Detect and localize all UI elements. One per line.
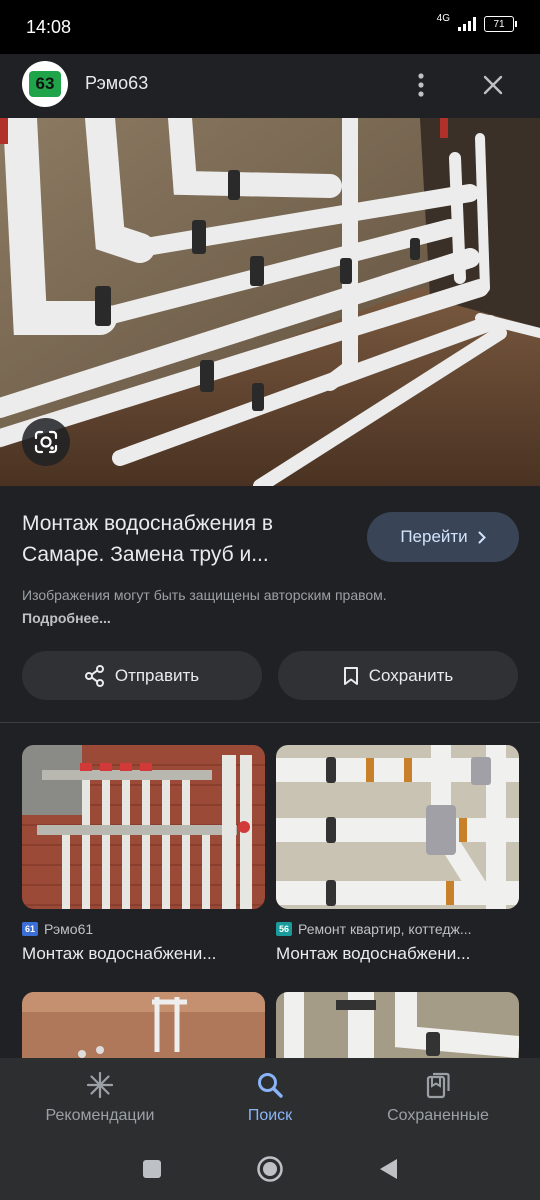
back-button[interactable] [373,1154,403,1184]
save-label: Сохранить [368,665,454,685]
viewer-header: 63 Рэмо63 [0,54,540,118]
signal-icon [458,17,476,31]
result-title[interactable]: Монтаж водоснабжения в Самаре. Замена тр… [22,508,352,570]
system-nav-bar [0,1138,540,1200]
battery-icon: 71 [484,16,517,32]
collections-icon [358,1070,518,1100]
status-bar: 14:08 4G 71 [0,0,540,54]
source-name: Ремонт квартир, коттедж... [298,921,472,937]
nav-label: Сохраненные [387,1107,489,1124]
more-link[interactable]: Подробнее... [22,610,111,626]
copyright-text: Изображения могут быть защищены авторски… [22,587,387,603]
more-vert-icon[interactable] [404,68,438,102]
goto-label: Перейти [400,527,468,546]
share-label: Отправить [114,665,200,685]
goto-button[interactable]: Перейти [367,512,519,562]
site-favicon: 56 [276,922,292,936]
share-button[interactable]: Отправить [22,651,262,700]
nav-recommendations[interactable]: Рекомендации [20,1070,180,1125]
related-image[interactable] [276,745,519,909]
network-type: 4G [436,12,450,24]
chevron-right-icon [478,531,486,543]
status-time: 14:08 [26,17,72,37]
related-card[interactable]: 61 Рэмо61 Монтаж водоснабжени... [22,745,265,964]
battery-level: 71 [493,18,505,30]
related-title[interactable]: Монтаж водоснабжени... [22,944,265,964]
recents-button[interactable] [137,1154,167,1184]
related-title[interactable]: Монтаж водоснабжени... [276,944,519,964]
share-icon [84,664,104,687]
nav-saved[interactable]: Сохраненные [358,1070,518,1125]
site-favicon: 61 [22,922,38,936]
site-logo[interactable]: 63 [22,61,68,107]
nav-label: Поиск [247,1107,293,1124]
save-button[interactable]: Сохранить [278,651,518,700]
related-image[interactable] [22,992,265,1062]
status-indicators: 4G 71 [436,12,517,32]
site-logo-text: 63 [29,71,61,97]
related-source: 61 Рэмо61 [22,921,265,937]
site-name[interactable]: Рэмо63 [85,73,148,94]
google-lens-icon[interactable] [22,418,70,466]
bottom-nav: Рекомендации Поиск Сохраненные [0,1058,540,1138]
bookmark-icon [343,666,358,685]
related-card[interactable]: 56 Ремонт квартир, коттедж... Монтаж вод… [276,745,519,964]
home-button[interactable] [255,1154,285,1184]
asterisk-icon [20,1070,180,1100]
pipes-photo [0,118,540,486]
related-image[interactable] [276,992,519,1062]
nav-search[interactable]: Поиск [190,1070,350,1125]
search-icon [190,1070,350,1100]
main-image[interactable] [0,118,540,486]
related-source: 56 Ремонт квартир, коттедж... [276,921,519,937]
nav-label: Рекомендации [45,1107,155,1124]
copyright-notice: Изображения могут быть защищены авторски… [22,584,422,630]
divider [0,722,540,723]
close-icon[interactable] [474,66,512,104]
related-image[interactable] [22,745,265,909]
source-name: Рэмо61 [44,921,94,937]
